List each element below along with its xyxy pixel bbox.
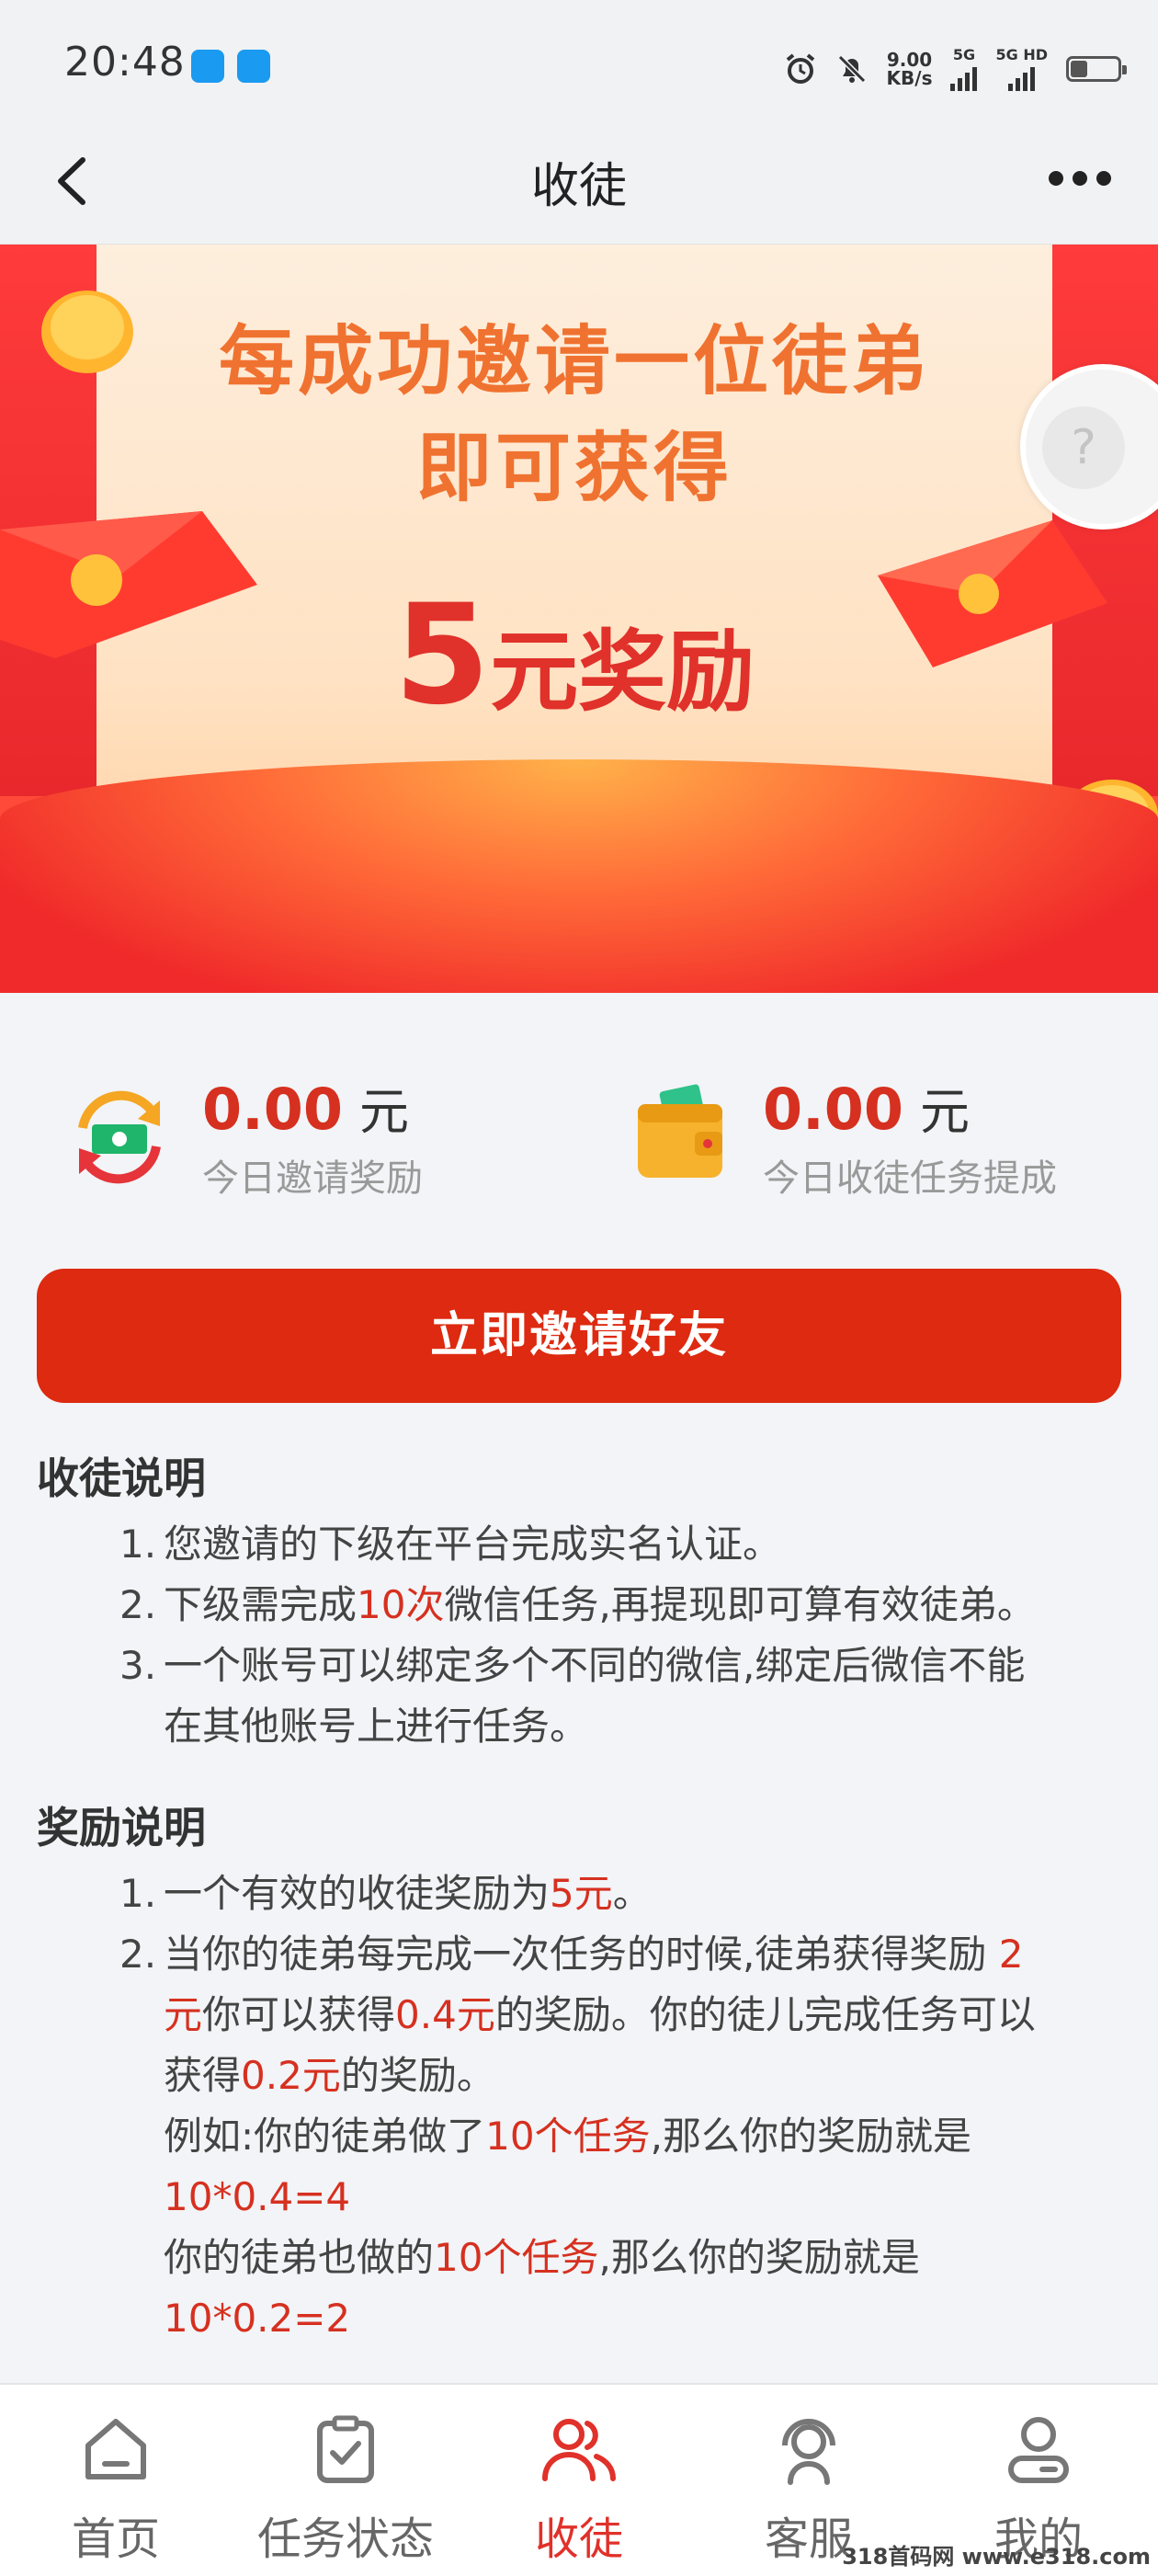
notification-app-icon bbox=[191, 50, 224, 83]
status-indicators: 9.00 KB/s 5G 5G HD bbox=[784, 46, 1127, 91]
reward-line: 获得0.2元的奖励。 bbox=[164, 2053, 495, 2098]
gold-coin-icon bbox=[41, 291, 133, 373]
status-bar: 20:48 9.00 KB/s 5G 5G HD bbox=[0, 0, 1158, 138]
status-time: 20:48 bbox=[64, 39, 186, 85]
battery-icon bbox=[1066, 55, 1127, 82]
signal-5g-hd: 5G HD bbox=[995, 46, 1048, 91]
watermark: 318首码网 www.e318.com bbox=[842, 2544, 1151, 2570]
stat-invite-reward: 0.00 元 今日邀请奖励 bbox=[64, 1071, 561, 1200]
clipboard-check-icon bbox=[317, 2415, 374, 2483]
tab-home[interactable]: 首页 bbox=[24, 2412, 208, 2567]
promo-banner: 每成功邀请一位徒弟 即可获得 5元奖励 ? bbox=[0, 245, 1158, 993]
user-icon bbox=[1008, 2417, 1069, 2483]
stat-label: 今日邀请奖励 bbox=[202, 1157, 423, 1200]
red-envelope-icon bbox=[878, 520, 1107, 667]
reward-rules-title: 奖励说明 bbox=[37, 1803, 206, 1852]
stat-value: 0.00 元 bbox=[202, 1076, 409, 1143]
page-title: 收徒 bbox=[530, 159, 627, 214]
more-icon bbox=[1049, 171, 1063, 186]
home-icon bbox=[85, 2419, 146, 2479]
users-icon bbox=[542, 2419, 616, 2481]
stat-label: 今日收徒任务提成 bbox=[763, 1157, 1057, 1200]
network-speed: 9.00 KB/s bbox=[886, 48, 933, 89]
signal-5g: 5G bbox=[950, 46, 978, 91]
apprentice-rules-title: 收徒说明 bbox=[37, 1453, 206, 1503]
reward-item: 2. 当你的徒弟每完成一次任务的时候,徒弟获得奖励 2 bbox=[119, 1932, 1024, 1977]
stat-value: 0.00 元 bbox=[763, 1076, 970, 1143]
tab-task-status[interactable]: 任务状态 bbox=[254, 2412, 437, 2567]
mute-bell-icon bbox=[837, 54, 866, 83]
reward-line: 元你可以获得0.4元的奖励。你的徒儿完成任务可以 bbox=[164, 1992, 1036, 2037]
reward-example: 你的徒弟也做的10个任务,那么你的奖励就是 bbox=[164, 2235, 920, 2280]
banner-bottom-arc bbox=[0, 759, 1158, 993]
rule-item: 2. 下级需完成10次微信任务,再提现即可算有效徒弟。 bbox=[119, 1582, 1036, 1627]
money-refresh-icon bbox=[78, 1090, 161, 1184]
reward-item: 1. 一个有效的收徒奖励为5元。 bbox=[119, 1871, 652, 1916]
reward-formula: 10*0.4=4 bbox=[164, 2174, 351, 2219]
tab-apprentice[interactable]: 收徒 bbox=[487, 2412, 671, 2567]
wallet-icon bbox=[638, 1084, 722, 1178]
question-icon: ? bbox=[1042, 406, 1125, 489]
more-button[interactable] bbox=[1039, 160, 1121, 197]
notification-app-icon bbox=[237, 50, 270, 83]
invite-friends-button[interactable]: 立即邀请好友 bbox=[37, 1269, 1121, 1403]
alarm-icon bbox=[786, 52, 814, 84]
stat-commission: 0.00 元 今日收徒任务提成 bbox=[634, 1071, 1130, 1200]
reward-example: 例如:你的徒弟做了10个任务,那么你的奖励就是 bbox=[164, 2114, 971, 2159]
banner-headline: 每成功邀请一位徒弟 bbox=[218, 318, 930, 405]
reward-formula: 10*0.2=2 bbox=[164, 2296, 351, 2341]
bottom-tab-bar: 首页 任务状态 收徒 客服 我的 318首码网 www.e318.com bbox=[0, 2383, 1158, 2576]
nav-bar: 收徒 bbox=[0, 129, 1158, 245]
rule-item: 1. 您邀请的下级在平台完成实名认证。 bbox=[119, 1522, 782, 1567]
headset-icon bbox=[782, 2419, 835, 2485]
rule-item: 3. 一个账号可以绑定多个不同的微信,绑定后微信不能 在其他账号上进行任务。 bbox=[119, 1643, 1026, 1749]
red-envelope-icon bbox=[0, 511, 257, 658]
